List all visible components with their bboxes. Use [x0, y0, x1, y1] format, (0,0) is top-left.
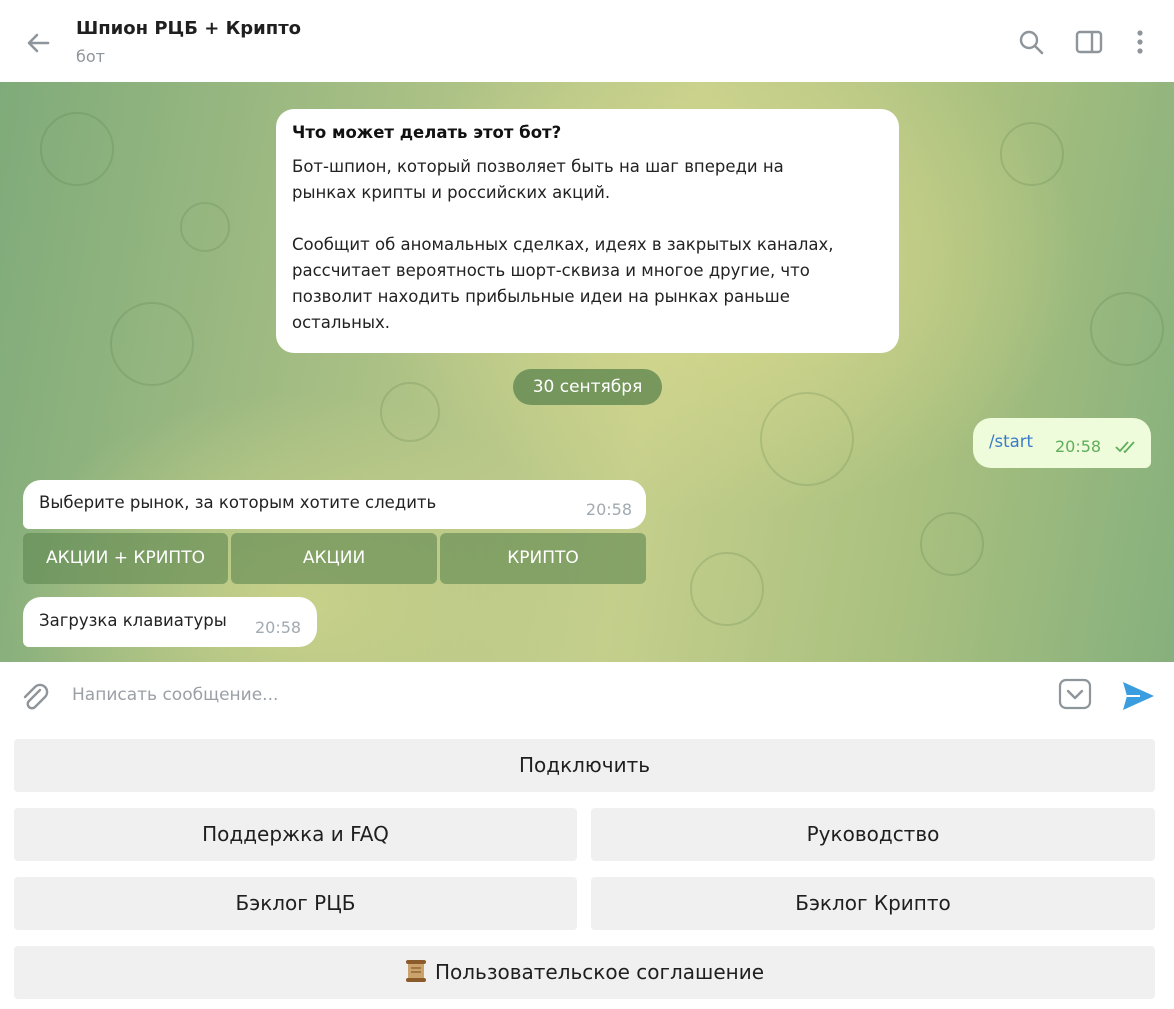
- wallpaper-doodle: [1000, 122, 1064, 186]
- bot-description-text: Бот-шпион, который позволяет быть на шаг…: [292, 157, 834, 332]
- outgoing-message[interactable]: /start 20:58: [973, 418, 1151, 468]
- wallpaper-doodle: [40, 112, 114, 186]
- inline-button-stocks[interactable]: АКЦИИ: [231, 533, 437, 584]
- message-time: 20:58: [585, 500, 632, 519]
- guide-button[interactable]: Руководство: [591, 808, 1155, 861]
- wallpaper-doodle: [1090, 292, 1164, 366]
- sidebar-toggle-icon[interactable]: [1073, 26, 1105, 58]
- wallpaper-doodle: [760, 392, 854, 486]
- command-link[interactable]: /start: [989, 432, 1033, 451]
- chat-history[interactable]: Что может делать этот бот? Бот-шпион, ко…: [0, 82, 1174, 662]
- backlog-rcb-button[interactable]: Бэклог РЦБ: [14, 877, 577, 930]
- search-icon[interactable]: [1015, 26, 1047, 58]
- support-faq-button[interactable]: Поддержка и FAQ: [14, 808, 577, 861]
- chat-title[interactable]: Шпион РЦБ + Крипто: [76, 18, 301, 39]
- keyboard-toggle-icon[interactable]: [1058, 678, 1094, 712]
- wallpaper-doodle: [920, 512, 984, 576]
- back-arrow-icon[interactable]: [18, 24, 58, 64]
- message-time: 20:58: [255, 618, 302, 637]
- chat-header: Шпион РЦБ + Крипто бот: [0, 0, 1174, 82]
- attach-icon[interactable]: [18, 680, 52, 714]
- message-input[interactable]: [70, 676, 1034, 714]
- bot-description-card: Что может делать этот бот? Бот-шпион, ко…: [276, 109, 899, 353]
- bot-description-title: Что может делать этот бот?: [292, 123, 562, 142]
- wallpaper-doodle: [180, 202, 230, 252]
- user-agreement-button[interactable]: Пользовательское соглашение: [14, 946, 1155, 999]
- wallpaper-doodle: [380, 382, 440, 442]
- date-separator[interactable]: 30 сентября: [513, 369, 662, 405]
- inline-button-crypto[interactable]: КРИПТО: [440, 533, 646, 584]
- message-text: Выберите рынок, за которым хотите следит…: [39, 493, 437, 512]
- message-composer: [0, 662, 1174, 728]
- connect-button[interactable]: Подключить: [14, 739, 1155, 792]
- inline-button-stocks-crypto[interactable]: АКЦИИ + КРИПТО: [23, 533, 228, 584]
- chat-subtitle: бот: [76, 47, 105, 66]
- wallpaper-doodle: [690, 552, 764, 626]
- more-vertical-icon[interactable]: [1124, 26, 1156, 58]
- incoming-message[interactable]: Выберите рынок, за которым хотите следит…: [23, 480, 646, 529]
- user-agreement-label: Пользовательское соглашение: [434, 960, 765, 984]
- incoming-message[interactable]: Загрузка клавиатуры 20:58: [23, 597, 317, 647]
- double-check-icon: [1115, 439, 1141, 458]
- send-icon[interactable]: [1120, 678, 1156, 714]
- backlog-crypto-button[interactable]: Бэклог Крипто: [591, 877, 1155, 930]
- message-text: Загрузка клавиатуры: [39, 611, 227, 630]
- scroll-icon: [405, 950, 427, 982]
- message-time: 20:58: [1055, 437, 1102, 456]
- wallpaper-doodle: [110, 302, 194, 386]
